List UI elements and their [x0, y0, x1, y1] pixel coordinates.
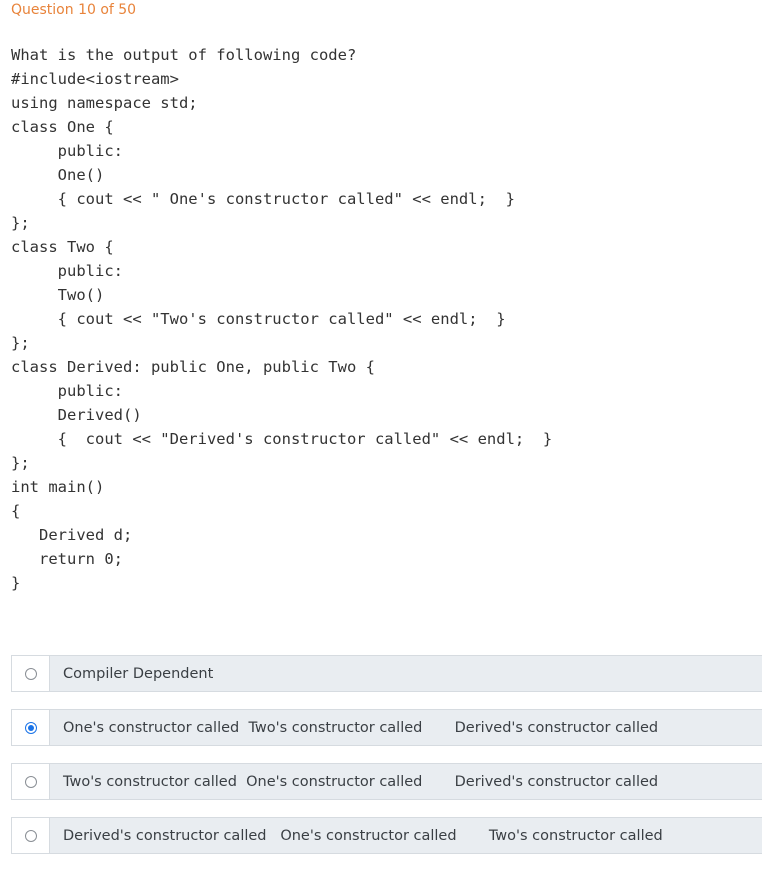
code-line: public: [11, 262, 123, 280]
code-line: class Two { [11, 238, 114, 256]
radio-button[interactable] [24, 775, 37, 788]
code-line: }; [11, 334, 30, 352]
code-line: { cout << " One's constructor called" <<… [11, 190, 515, 208]
radio-cell[interactable] [12, 656, 50, 691]
code-line: { cout << "Two's constructor called" << … [11, 310, 506, 328]
answer-option-4[interactable]: Derived's constructor called One's const… [11, 817, 762, 854]
radio-button[interactable] [24, 667, 37, 680]
answer-option-1[interactable]: Compiler Dependent [11, 655, 762, 692]
code-line: return 0; [11, 550, 123, 568]
code-line: Two() [11, 286, 105, 304]
code-line: class Derived: public One, public Two { [11, 358, 375, 376]
radio-cell[interactable] [12, 764, 50, 799]
code-line: { [11, 502, 21, 520]
code-line: Derived() [11, 406, 142, 424]
code-line: One() [11, 166, 105, 184]
answer-option-2[interactable]: One's constructor called Two's construct… [11, 709, 762, 746]
code-line: } [11, 574, 21, 592]
radio-button[interactable] [24, 829, 37, 842]
code-line: int main() [11, 478, 105, 496]
code-line: class One { [11, 118, 114, 136]
code-line: using namespace std; [11, 94, 198, 112]
question-code: What is the output of following code? #i… [11, 43, 552, 595]
radio-cell[interactable] [12, 818, 50, 853]
answer-option-label[interactable]: One's constructor called Two's construct… [50, 720, 658, 736]
answer-option-label[interactable]: Derived's constructor called One's const… [50, 828, 663, 844]
answer-option-3[interactable]: Two's constructor called One's construct… [11, 763, 762, 800]
code-line: #include<iostream> [11, 70, 179, 88]
code-line: { cout << "Derived's constructor called"… [11, 430, 553, 448]
answer-options: Compiler Dependent One's constructor cal… [11, 655, 762, 871]
code-line: }; [11, 214, 30, 232]
answer-option-label[interactable]: Two's constructor called One's construct… [50, 774, 658, 790]
code-line: Derived d; [11, 526, 133, 544]
question-counter: Question 10 of 50 [11, 2, 137, 18]
answer-option-label[interactable]: Compiler Dependent [50, 666, 213, 682]
code-line: public: [11, 142, 123, 160]
code-line: public: [11, 382, 123, 400]
code-line: What is the output of following code? [11, 46, 357, 64]
radio-cell[interactable] [12, 710, 50, 745]
radio-button-selected[interactable] [24, 721, 37, 734]
code-line: }; [11, 454, 30, 472]
